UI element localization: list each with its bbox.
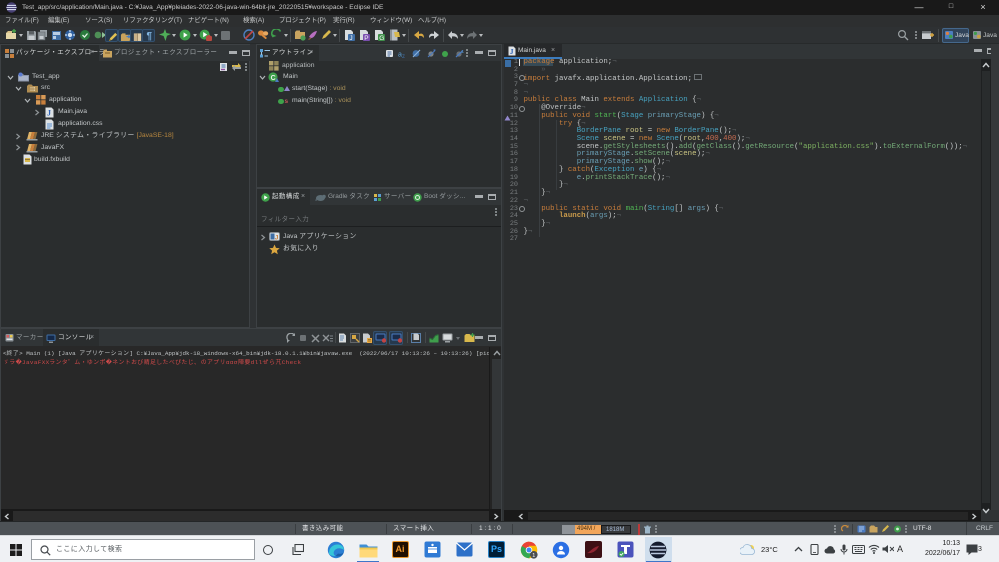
svg-text:L: L (462, 49, 465, 54)
svg-text:z: z (402, 54, 405, 58)
svg-text:1: 1 (532, 553, 535, 559)
svg-text:G: G (379, 35, 384, 41)
svg-text:P: P (364, 35, 368, 41)
svg-text:J: J (510, 47, 514, 56)
svg-text:s: s (284, 98, 288, 104)
svg-text:J: J (349, 35, 352, 41)
svg-text:J: J (275, 235, 279, 242)
svg-text:C: C (271, 75, 276, 82)
svg-text:J: J (47, 108, 51, 117)
